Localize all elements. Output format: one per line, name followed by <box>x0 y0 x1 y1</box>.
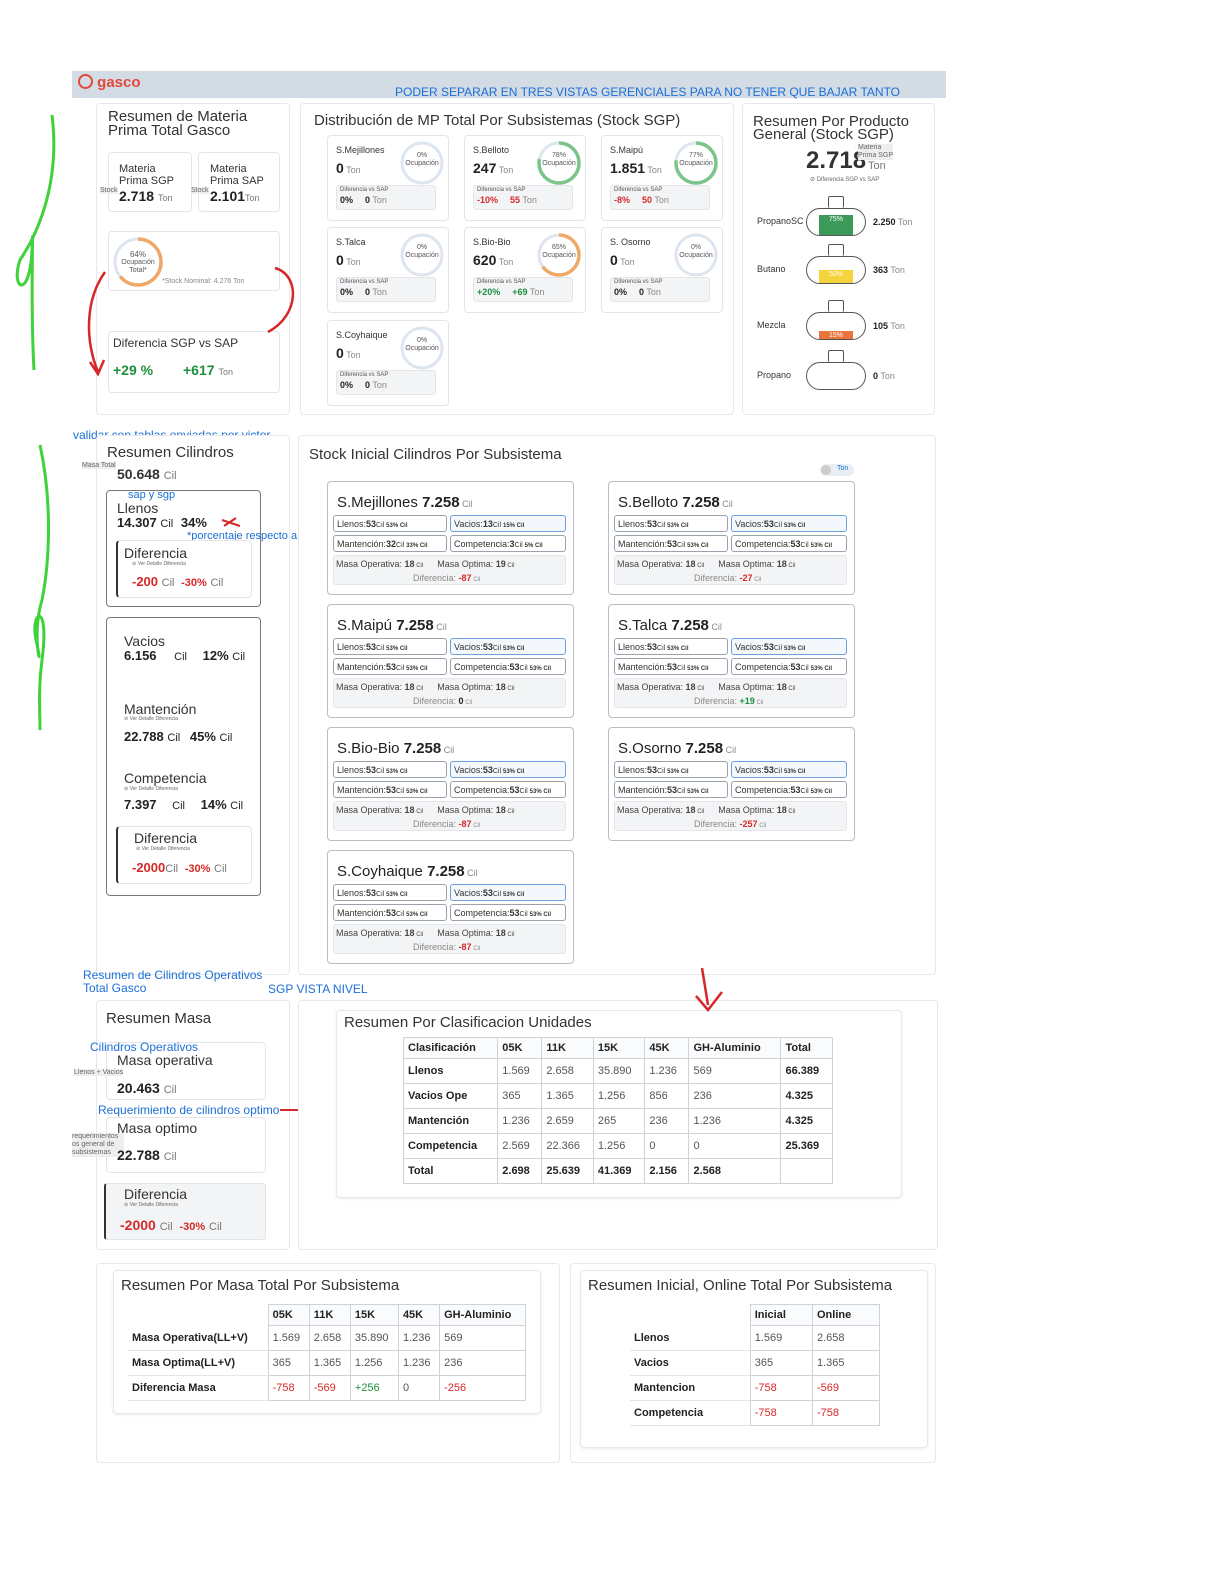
table-cell: Llenos <box>630 1325 751 1351</box>
table-cell: 1.236 <box>397 1350 441 1376</box>
table-cell: 2.659 <box>541 1108 594 1134</box>
table-cell: 1.365 <box>811 1350 881 1376</box>
mopt-value: 22.788 Cil <box>117 1147 177 1163</box>
table-cell: 265 <box>592 1108 646 1134</box>
table-cell: Total <box>402 1158 499 1184</box>
table-row: Competencia 2.569 22.366 1.256 0 0 25.369 <box>402 1133 833 1159</box>
table-cell: 1.569 <box>267 1325 310 1351</box>
table-cell: Mantención <box>402 1108 499 1134</box>
masa-diff-title: Diferencia <box>124 1186 188 1202</box>
table-cell: Mantencion <box>630 1375 751 1401</box>
note-requerimiento: Requerimiento de cilindros optimo <box>98 1103 280 1117</box>
table-cell: 25.639 <box>541 1158 594 1184</box>
table-cell: Diferencia Masa <box>128 1375 269 1401</box>
table-cell: 1.256 <box>592 1133 646 1159</box>
red-arrow-right <box>267 266 295 334</box>
table-cell: 1.236 <box>497 1108 543 1134</box>
table-cell: 22.366 <box>541 1133 594 1159</box>
table-cell: 2.658 <box>811 1325 881 1351</box>
inicial-table: Inicial Online Llenos 1.569 2.658 Vacios 365 1.… <box>630 1304 881 1426</box>
table-cell: 1.236 <box>688 1108 782 1134</box>
table-cell: -569 <box>811 1375 881 1401</box>
table-cell: -758 <box>749 1375 813 1401</box>
eye-off-icon[interactable]: ⊘ <box>124 1202 128 1208</box>
table-cell: -758 <box>267 1375 310 1401</box>
table-cell: -256 <box>439 1375 526 1401</box>
masa-total-title: Resumen Por Masa Total Por Subsistema <box>121 1277 400 1294</box>
masa-total-table: 05K 11K 15K 45K GH-Aluminio Masa Operativa(LL… <box>128 1304 526 1401</box>
table-cell: 236 <box>439 1350 526 1376</box>
table-cell: 25.369 <box>780 1133 833 1159</box>
red-arrow-left <box>87 271 107 377</box>
table-header-row: 05K 11K 15K 45K GH-Aluminio <box>128 1304 526 1326</box>
table-cell: Masa Operativa(LL+V) <box>128 1325 269 1351</box>
annotation-strokes <box>15 114 723 1012</box>
green-stroke-1 <box>15 114 56 371</box>
table-cell: 2.698 <box>497 1158 543 1184</box>
red-arrow-down <box>695 967 723 1012</box>
table-cell: 41.369 <box>592 1158 646 1184</box>
table-cell: 236 <box>644 1108 690 1134</box>
masa-diff-value: -2000 Cil -30% Cil <box>120 1217 222 1233</box>
table-cell: 1.569 <box>749 1325 813 1351</box>
red-scribble <box>221 517 241 527</box>
table-header-cell <box>128 1305 268 1326</box>
table-cell: 365 <box>749 1350 813 1376</box>
table-row: Vacios 365 1.365 <box>630 1350 881 1376</box>
table-cell: 4.325 <box>780 1108 833 1134</box>
table-cell: Competencia <box>402 1133 499 1159</box>
table-header-cell: 11K <box>308 1304 351 1326</box>
table-cell: 569 <box>439 1325 526 1351</box>
table-header-cell: Inicial <box>749 1304 813 1326</box>
table-cell: 1.236 <box>397 1325 441 1351</box>
table-cell: -569 <box>308 1375 351 1401</box>
table-cell: 1.365 <box>308 1350 351 1376</box>
table-cell: -758 <box>811 1400 881 1426</box>
mopt-label: Masa optimo <box>117 1120 198 1136</box>
table-cell: Competencia <box>630 1400 751 1426</box>
table-row: Masa Optima(LL+V) 365 1.365 1.256 1.236 236 <box>128 1350 526 1376</box>
table-cell: +256 <box>349 1375 399 1401</box>
table-row: Mantencion -758 -569 <box>630 1375 881 1401</box>
table-row: Total 2.698 25.639 41.369 2.156 2.568 <box>402 1158 833 1184</box>
table-cell: 2.156 <box>644 1158 690 1184</box>
table-row: Competencia -758 -758 <box>630 1400 881 1426</box>
table-cell: 2.658 <box>308 1325 351 1351</box>
table-row: Masa Operativa(LL+V) 1.569 2.658 35.890 1.23… <box>128 1325 526 1351</box>
table-header-cell <box>630 1305 750 1326</box>
table-cell: Vacios <box>630 1350 751 1376</box>
table-header-cell: Online <box>811 1304 881 1326</box>
table-row: Mantención 1.236 2.659 265 236 1.236 4.325 <box>402 1108 833 1134</box>
table-cell: 1.256 <box>349 1350 399 1376</box>
table-row: Llenos 1.569 2.658 <box>630 1325 881 1351</box>
masa-diff-ver: ⊘ Ver Detalle Diferencia <box>124 1202 178 1208</box>
table-cell: 0 <box>397 1375 441 1401</box>
table-header-row: Inicial Online <box>630 1304 881 1326</box>
table-cell <box>780 1158 833 1184</box>
table-header-cell: 05K <box>267 1304 310 1326</box>
table-header-cell: GH-Aluminio <box>439 1304 526 1326</box>
table-cell: 2.569 <box>497 1133 543 1159</box>
green-stroke-2 <box>33 444 50 731</box>
table-cell: Masa Optima(LL+V) <box>128 1350 269 1376</box>
table-row: Diferencia Masa -758 -569 +256 0 -256 <box>128 1375 526 1401</box>
table-cell: 365 <box>267 1350 310 1376</box>
table-cell: 0 <box>688 1133 782 1159</box>
table-cell: 0 <box>644 1133 690 1159</box>
table-cell: 35.890 <box>349 1325 399 1351</box>
table-header-cell: 15K <box>349 1304 399 1326</box>
inicial-title: Resumen Inicial, Online Total Por Subsis… <box>588 1277 893 1294</box>
table-cell: -758 <box>749 1400 813 1426</box>
table-cell: 2.568 <box>688 1158 782 1184</box>
table-header-cell: 45K <box>397 1304 441 1326</box>
